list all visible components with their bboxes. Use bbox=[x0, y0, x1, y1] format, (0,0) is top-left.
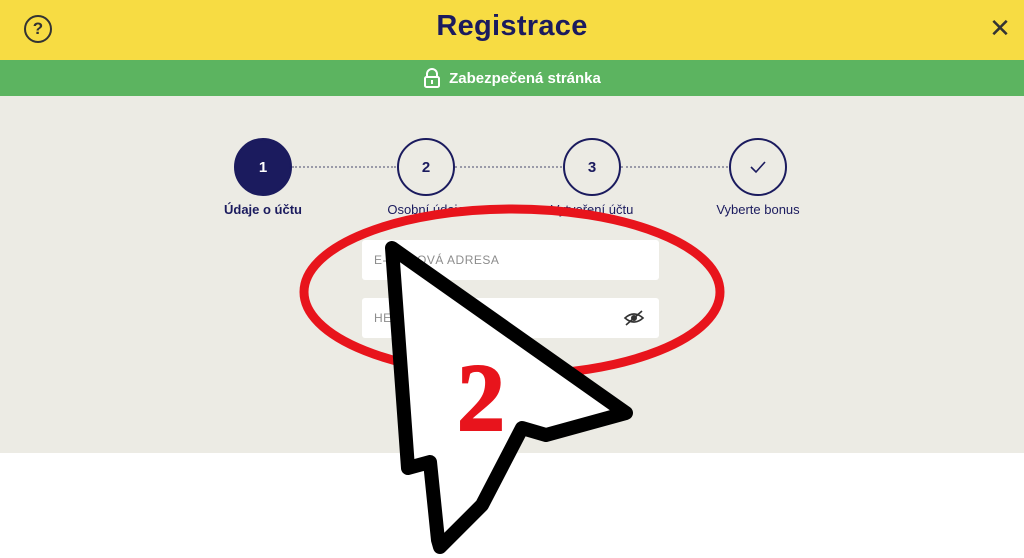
eye-slash-icon[interactable] bbox=[623, 309, 645, 327]
email-field[interactable] bbox=[362, 240, 659, 280]
password-field-wrapper bbox=[362, 298, 659, 338]
step-label-2: Osobní údaje bbox=[387, 202, 465, 217]
email-field-wrapper bbox=[362, 240, 659, 280]
secure-page-banner: Zabezpečená stránka bbox=[0, 60, 1024, 96]
step-circle-2: 2 bbox=[397, 138, 455, 196]
top-bar: ? Registrace ✕ bbox=[0, 0, 1024, 60]
lock-icon bbox=[424, 68, 441, 88]
page-title: Registrace bbox=[436, 10, 588, 42]
step-account-details[interactable]: 1 Údaje o účtu bbox=[193, 138, 333, 217]
step-label-4: Vyberte bonus bbox=[716, 202, 800, 217]
step-account-creation[interactable]: 3 Vytvoření účtu bbox=[522, 138, 662, 217]
step-label-1: Údaje o účtu bbox=[223, 202, 302, 217]
step-personal-details[interactable]: 2 Osobní údaje bbox=[356, 138, 496, 217]
password-field[interactable] bbox=[362, 298, 659, 338]
step-choose-bonus[interactable]: Vyberte bonus bbox=[688, 138, 828, 217]
step-circle-1: 1 bbox=[234, 138, 292, 196]
step-circle-3: 3 bbox=[563, 138, 621, 196]
secure-page-label: Zabezpečená stránka bbox=[449, 69, 601, 87]
checkmark-icon bbox=[750, 161, 766, 174]
step-label-3: Vytvoření účtu bbox=[550, 202, 634, 217]
step-circle-4 bbox=[729, 138, 787, 196]
close-icon[interactable]: ✕ bbox=[988, 14, 1012, 42]
